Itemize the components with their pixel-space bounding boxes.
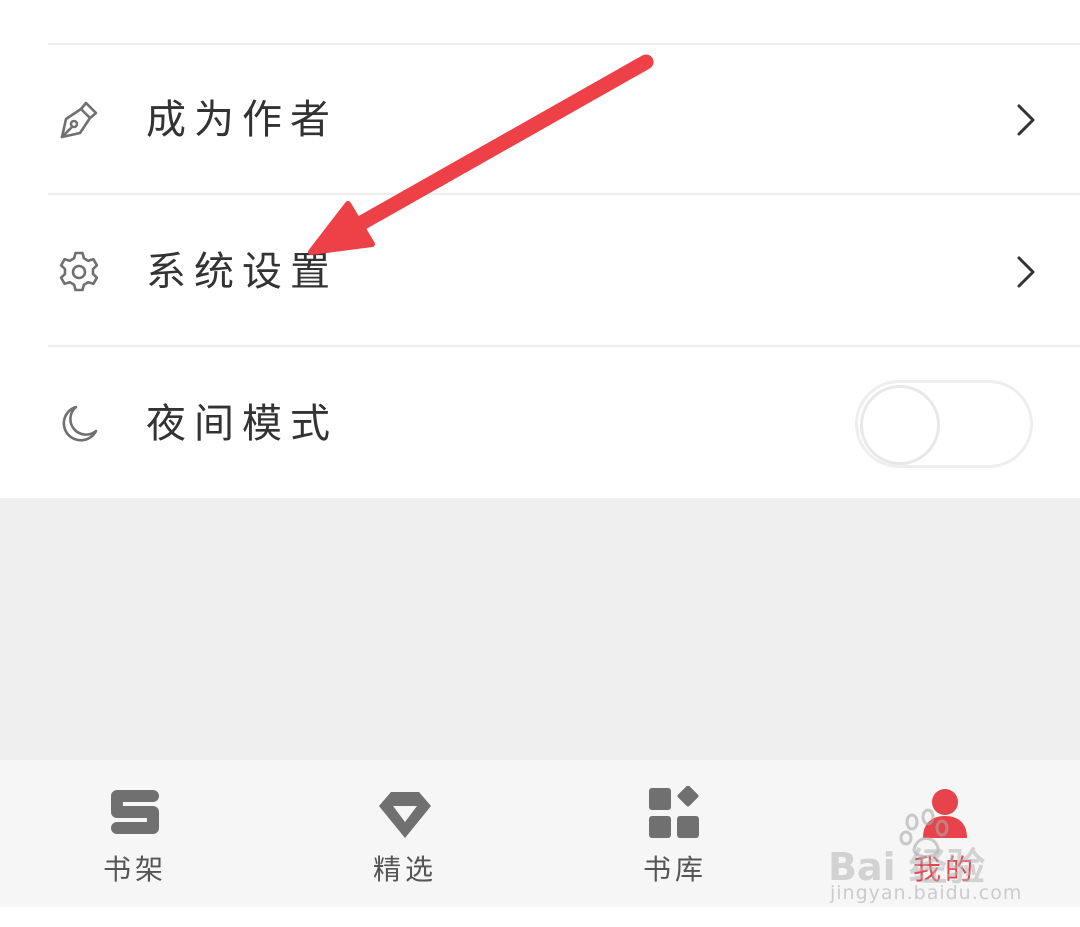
menu-item-label: 夜间模式 [146,401,338,447]
tab-library[interactable]: 书库 [540,760,810,907]
library-grid-icon [649,786,699,838]
watermark-url: jingyan.baidu.com [830,882,1023,904]
toggle-knob [860,385,940,465]
bottom-strip [0,907,1080,927]
pen-nib-icon [60,101,98,139]
menu-item-night-mode: 夜间模式 [0,349,1080,499]
night-mode-toggle[interactable] [855,380,1033,468]
empty-background-area [0,498,1080,760]
tab-featured[interactable]: 精选 [270,760,540,907]
bookshelf-s-icon [111,790,159,834]
chevron-right-icon [1017,256,1035,288]
menu-item-become-author[interactable]: 成为作者 [0,45,1080,195]
gear-icon [59,251,99,292]
moon-icon [62,405,98,442]
diamond-icon [379,792,431,838]
tab-label: 书库 [642,853,707,886]
menu-item-label: 系统设置 [146,249,338,295]
tab-bookshelf[interactable]: 书架 [0,760,270,907]
row-divider [48,345,1080,347]
menu-item-label: 成为作者 [146,97,338,143]
menu-item-system-settings[interactable]: 系统设置 [0,197,1080,347]
row-divider [48,193,1080,195]
chevron-right-icon [1017,104,1035,136]
tab-label: 书架 [102,853,167,886]
tab-label: 精选 [372,853,437,886]
baidu-jingyan-watermark: Bai 经验 jingyan.baidu.com [828,808,1028,904]
